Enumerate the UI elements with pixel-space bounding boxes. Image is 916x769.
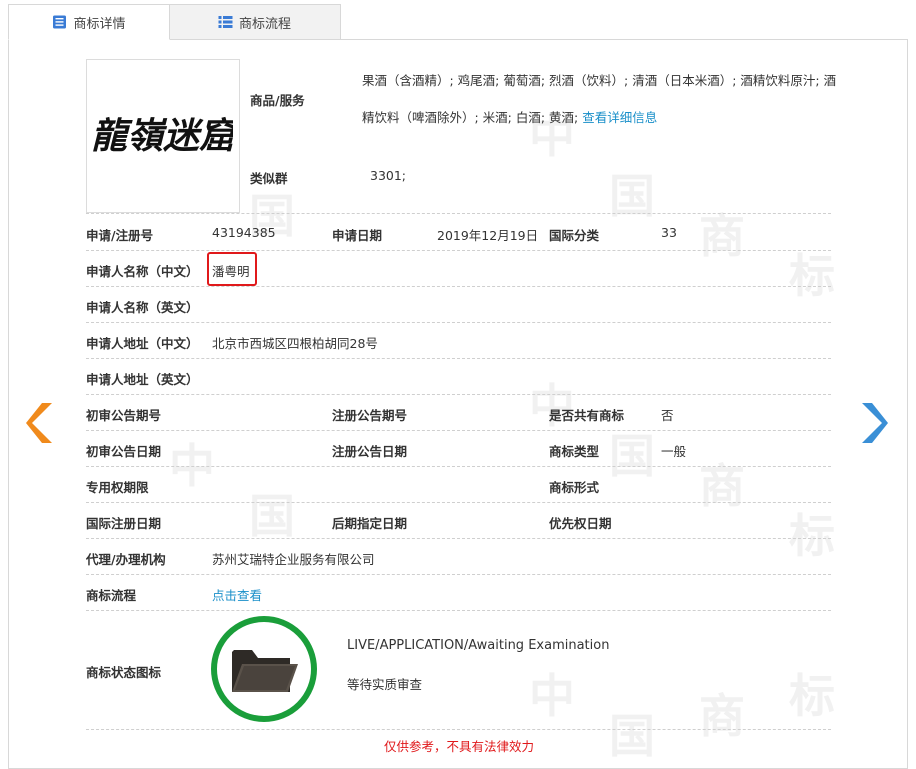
process-label: 商标流程 [86,588,137,603]
divider [86,430,831,431]
watermark: 标 [789,669,835,723]
divider [86,610,831,611]
agent-label: 代理/办理机构 [86,552,166,567]
goods-text: 果酒（含酒精）; 鸡尾酒; 葡萄酒; 烈酒（饮料）; 清酒（日本米酒）; 酒精饮… [362,62,837,136]
arrow-right-icon [862,403,888,443]
divider [86,213,831,214]
shared-label: 是否共有商标 [549,408,625,423]
disclaimer-text: 仅供参考，不具有法律效力 [383,739,534,754]
divider [86,322,831,323]
applicant-highlight-box [207,252,257,286]
intl-class-value: 33 [661,225,677,240]
app-date-value: 2019年12月19日 [437,228,539,243]
reg-pub-date-label: 注册公告日期 [332,444,408,459]
mark-type-label: 商标类型 [549,444,600,459]
detail-panel: 中 国 商 标 中 国 商 标 中 国 中 国 中 国 商 标 龍嶺迷窟 商品/… [8,39,908,769]
tab-bar: 商标详情 商标流程 [8,4,341,40]
divider [86,574,831,575]
watermark: 国 [609,169,655,223]
svg-text:龍嶺迷窟: 龍嶺迷窟 [93,116,233,156]
intl-class-label: 国际分类 [549,228,600,243]
tab-label: 商标详情 [73,16,126,32]
priority-date-label: 优先权日期 [549,516,612,531]
reg-no-label: 申请/注册号 [86,228,154,243]
reg-no-value: 43194385 [212,225,276,240]
watermark: 中 [529,379,575,433]
reg-pub-no-label: 注册公告期号 [332,408,408,423]
divider [86,358,831,359]
similar-group-label: 类似群 [250,171,288,186]
folder-icon [232,650,298,692]
status-icon-ring [211,616,317,722]
applicant-en-label: 申请人名称（英文） [86,300,199,315]
intl-reg-date-label: 国际注册日期 [86,516,162,531]
status-label: 商标状态图标 [86,665,162,680]
list-icon [218,15,233,29]
watermark: 国 [249,489,295,543]
app-date-label: 申请日期 [332,228,383,243]
watermark: 国 [609,709,655,763]
divider [86,394,831,395]
divider [86,502,831,503]
divider [86,250,831,251]
view-details-link[interactable]: 查看详细信息 [582,110,657,125]
divider [86,286,831,287]
status-cn: 等待实质审查 [347,677,423,692]
trademark-logo: 龍嶺迷窟 [93,116,233,156]
goods-label: 商品/服务 [250,93,305,108]
shared-value: 否 [661,408,674,423]
agent-value: 苏州艾瑞特企业服务有限公司 [212,552,375,567]
status-en: LIVE/APPLICATION/Awaiting Examination [347,638,610,653]
address-en-label: 申请人地址（英文） [86,372,199,387]
watermark: 中 [169,439,215,493]
similar-group-value: 3301; [370,168,407,183]
watermark: 商 [699,459,745,513]
tab-trademark-process[interactable]: 商标流程 [169,4,341,40]
applicant-cn-label: 申请人名称（中文） [86,264,199,279]
watermark: 商 [699,209,745,263]
document-icon [52,15,67,29]
tab-trademark-detail[interactable]: 商标详情 [8,4,170,40]
arrow-left-icon [26,403,52,443]
divider [86,729,831,730]
later-date-label: 后期指定日期 [332,516,408,531]
prelim-date-label: 初审公告日期 [86,444,162,459]
tab-label: 商标流程 [238,16,291,32]
divider [86,538,831,539]
address-cn-value: 北京市西城区四根柏胡同28号 [212,336,378,351]
watermark: 标 [789,509,835,563]
prelim-no-label: 初审公告期号 [86,408,162,423]
mark-form-label: 商标形式 [549,480,600,495]
prev-arrow-button[interactable] [24,401,54,445]
exclusive-period-label: 专用权期限 [86,480,149,495]
address-cn-label: 申请人地址（中文） [86,336,199,351]
divider [86,466,831,467]
next-arrow-button[interactable] [860,401,890,445]
watermark: 中 [529,669,575,723]
trademark-image: 龍嶺迷窟 [86,59,240,213]
mark-type-value: 一般 [661,444,687,459]
view-process-link[interactable]: 点击查看 [212,585,262,604]
